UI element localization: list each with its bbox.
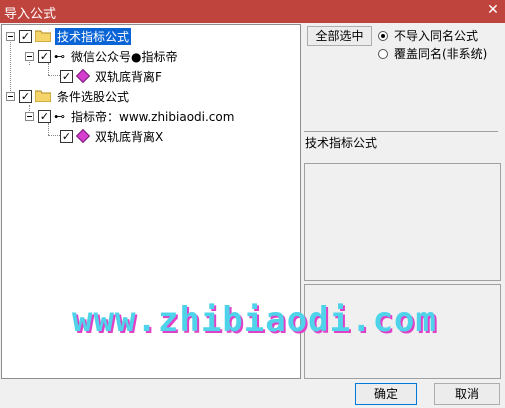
formula-category-label: 技术指标公式	[305, 136, 378, 150]
key-icon: ⊷	[54, 49, 65, 63]
collapse-toggle-icon[interactable]	[6, 31, 15, 41]
window-title: 导入公式	[4, 7, 57, 22]
checkbox-screening-formulas[interactable]: ✓	[19, 89, 32, 103]
checkbox-author-wechat[interactable]: ✓	[38, 49, 51, 63]
select-all-button[interactable]: 全部选中	[307, 26, 372, 46]
radio-overwrite-label: 覆盖同名(非系统)	[394, 47, 488, 61]
collapse-toggle-icon[interactable]	[25, 111, 34, 121]
ok-button[interactable]: 确定	[355, 383, 417, 405]
watermark-text: www.zhibiaodi.com	[72, 300, 437, 340]
checkbox-technical-formulas[interactable]: ✓	[19, 29, 32, 43]
title-bar: 导入公式 ✕	[0, 0, 505, 23]
diamond-icon	[75, 68, 91, 84]
radio-selected-icon[interactable]	[378, 30, 388, 41]
divider	[304, 131, 498, 132]
cancel-button[interactable]: 取消	[434, 383, 500, 405]
folder-icon	[35, 90, 51, 102]
checkbox-author-site[interactable]: ✓	[38, 109, 51, 123]
radio-no-import-duplicates[interactable]: 不导入同名公式	[378, 27, 478, 44]
collapse-toggle-icon[interactable]	[25, 51, 34, 61]
tree-node-author-wechat[interactable]: ✓ ⊷ 微信公众号●指标帝	[25, 47, 179, 65]
tree-node-formula-f[interactable]: ✓ 双轨底背离F	[60, 67, 164, 85]
checkbox-formula-x[interactable]: ✓	[60, 129, 73, 143]
tree-node-technical-formulas[interactable]: ✓ 技术指标公式	[6, 27, 132, 45]
tree-label-formula-x[interactable]: 双轨底背离X	[93, 128, 165, 145]
tree-node-author-site[interactable]: ✓ ⊷ 指标帝：www.zhibiaodi.com	[25, 107, 236, 125]
formula-description-pane[interactable]	[304, 163, 501, 281]
tree-label-screening-formulas[interactable]: 条件选股公式	[55, 88, 131, 105]
collapse-toggle-icon[interactable]	[6, 91, 15, 101]
diamond-icon	[75, 128, 91, 144]
tree-label-author-wechat[interactable]: 微信公众号●指标帝	[69, 48, 179, 65]
radio-overwrite-duplicates[interactable]: 覆盖同名(非系统)	[378, 45, 487, 62]
tree-node-formula-x[interactable]: ✓ 双轨底背离X	[60, 127, 165, 145]
tree-label-technical-formulas[interactable]: 技术指标公式	[55, 27, 132, 45]
checkbox-formula-f[interactable]: ✓	[60, 69, 73, 83]
tree-node-screening-formulas[interactable]: ✓ 条件选股公式	[6, 87, 131, 105]
tree-label-author-site[interactable]: 指标帝：www.zhibiaodi.com	[69, 108, 236, 125]
radio-unselected-icon[interactable]	[378, 48, 388, 59]
radio-no-import-label: 不导入同名公式	[394, 29, 479, 43]
folder-icon	[35, 30, 51, 42]
tree-label-formula-f[interactable]: 双轨底背离F	[93, 68, 164, 85]
key-icon: ⊷	[54, 109, 65, 123]
close-button[interactable]: ✕	[485, 2, 501, 18]
